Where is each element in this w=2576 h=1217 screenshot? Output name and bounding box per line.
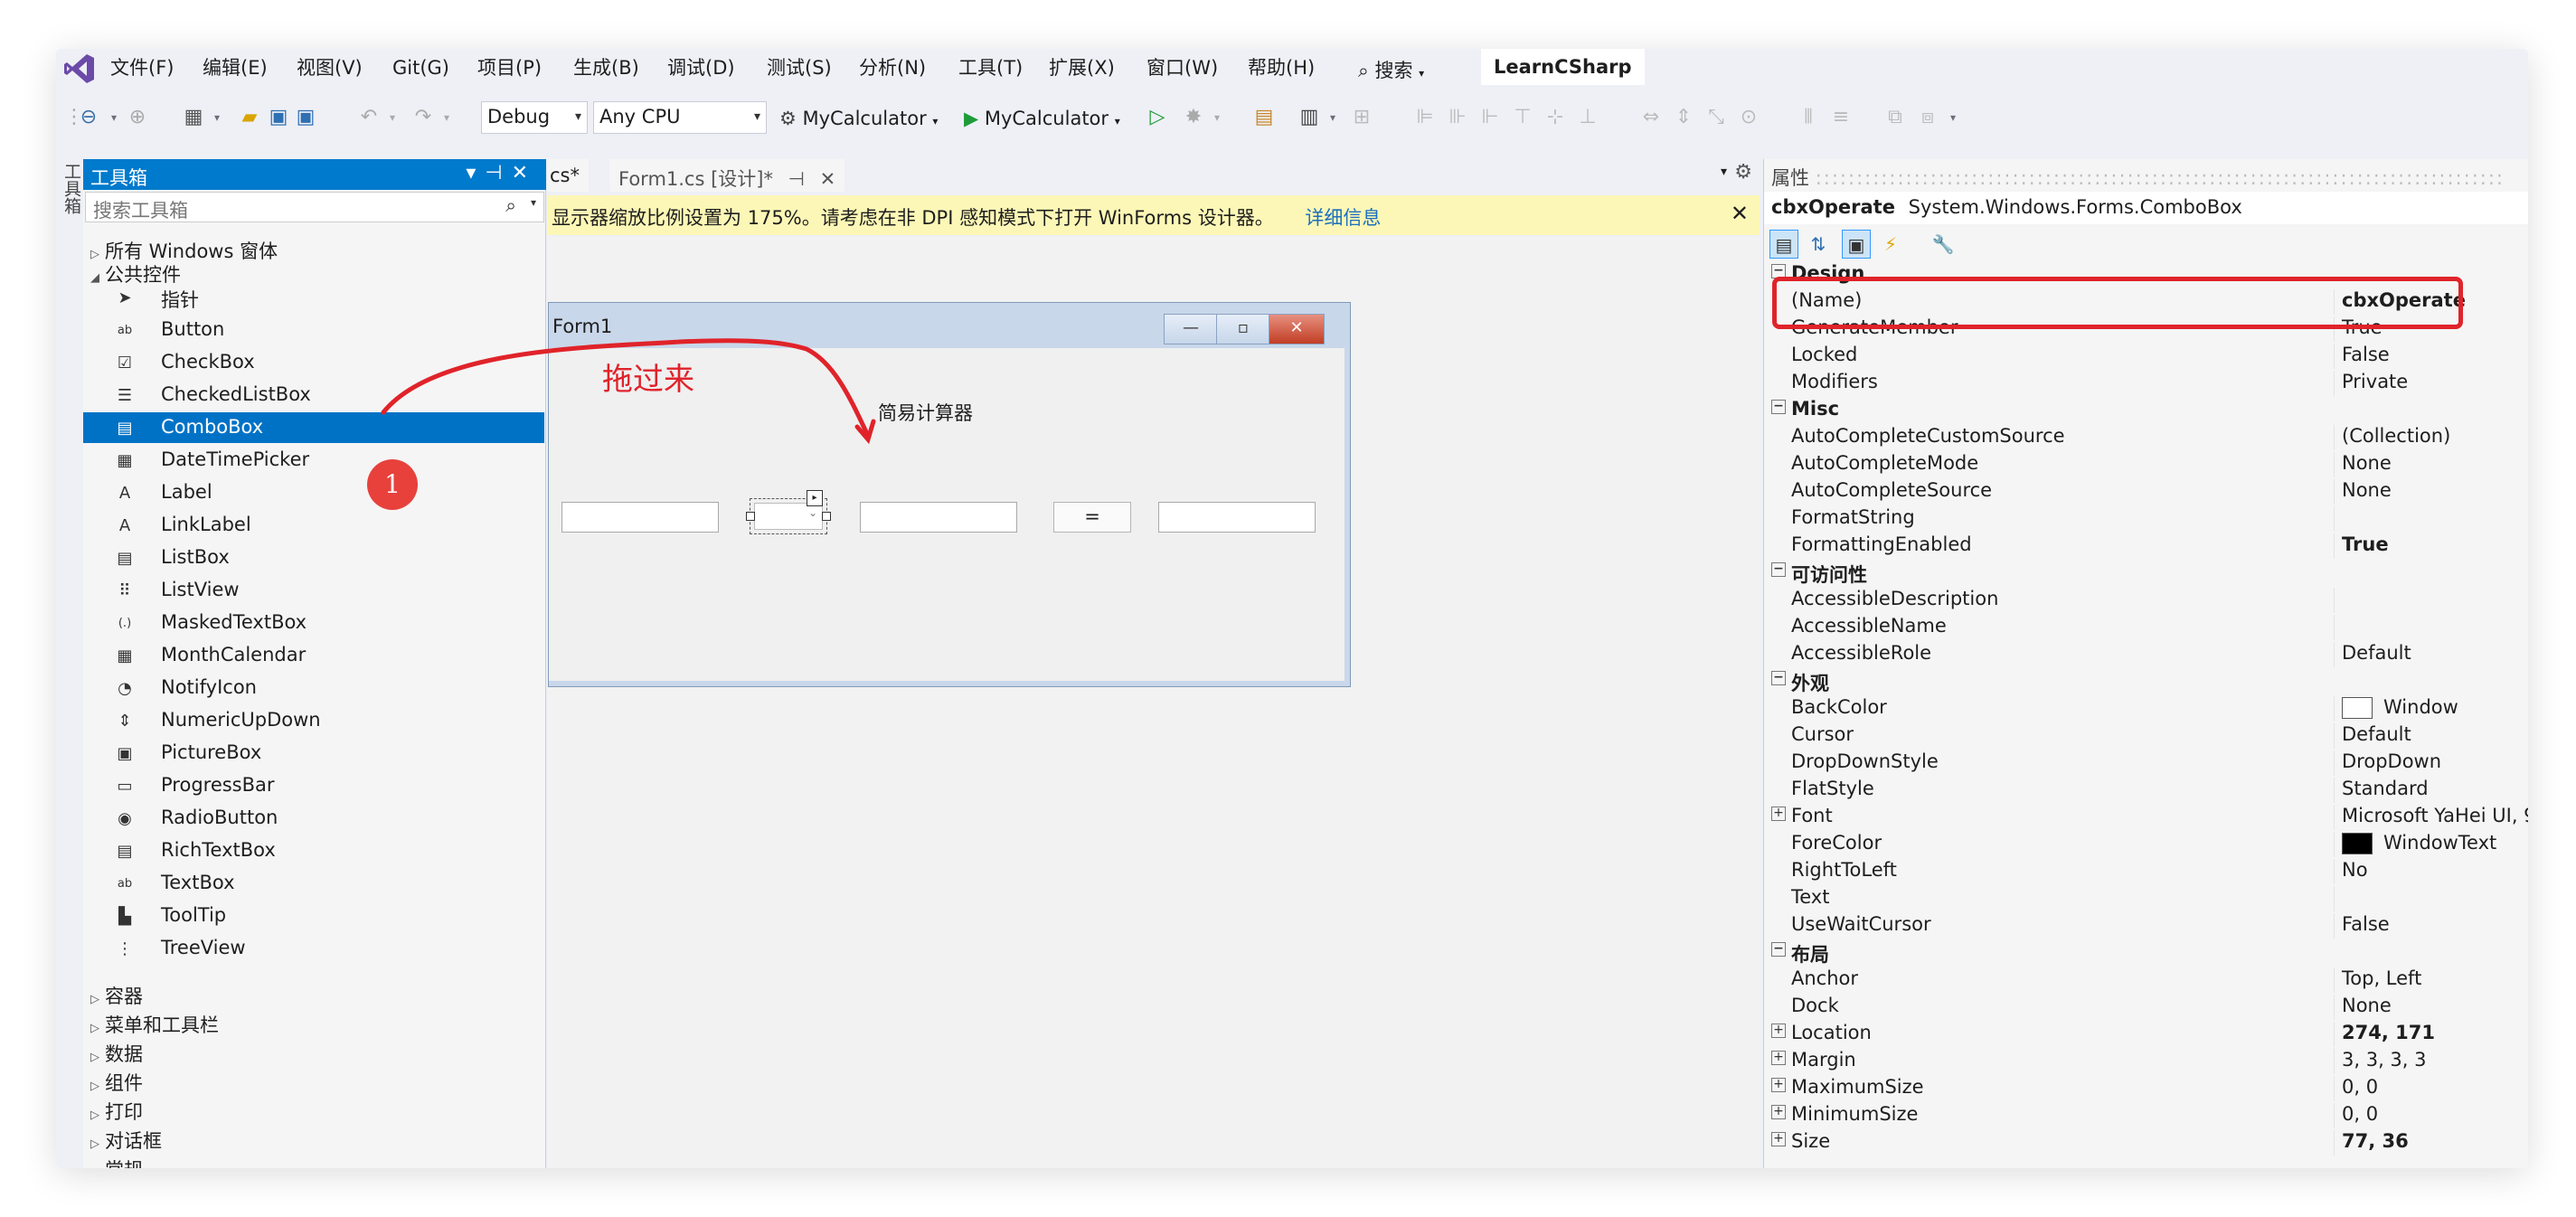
highlight-name-property-box <box>1772 277 2463 329</box>
step-number-badge: 1 <box>367 459 418 510</box>
drag-arrow-annotation <box>381 338 876 445</box>
drag-annotation-text: 拖过来 <box>602 362 694 398</box>
visual-studio-window: 文件(F) 编辑(E) 视图(V) Git(G) 项目(P) 生成(B) 调试(D) 测试(S… <box>56 49 2528 1168</box>
